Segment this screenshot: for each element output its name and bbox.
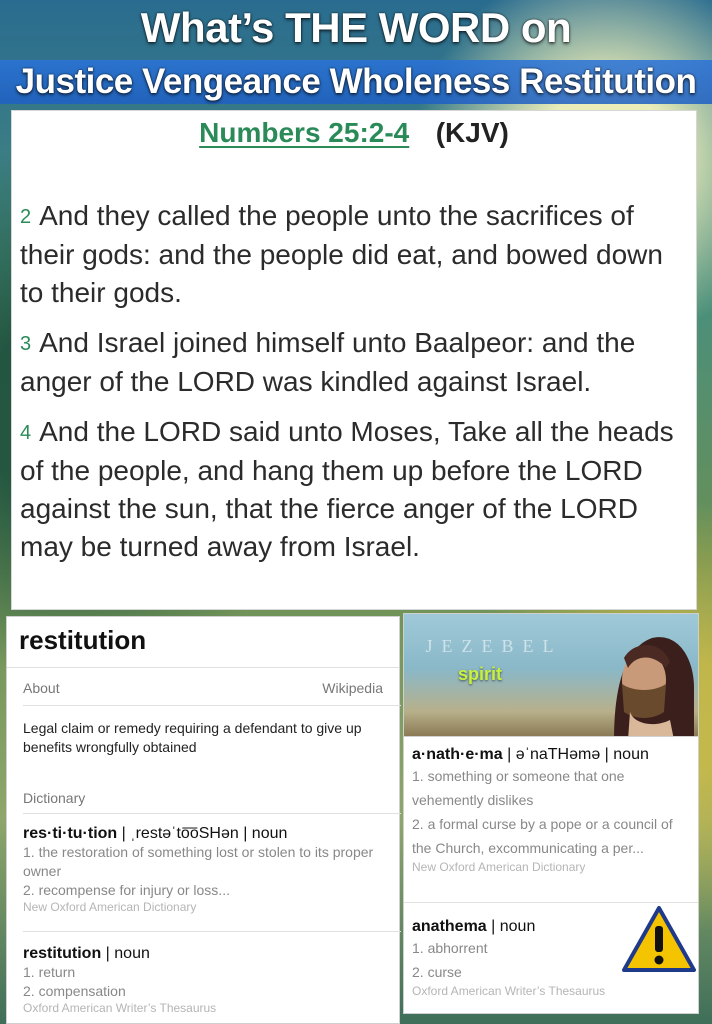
veiled-woman-figure <box>614 637 694 736</box>
entry-sense: 2. compensation <box>23 983 126 999</box>
entry-headword-line: restitution | noun <box>23 945 393 963</box>
verse-text: And they called the people unto the sacr… <box>20 200 663 308</box>
entry-headword-line: anathema | noun <box>412 918 612 936</box>
verse-text: And the LORD said unto Moses, Take all t… <box>20 416 674 562</box>
image-caption: spirit <box>458 664 503 684</box>
divider <box>404 736 698 737</box>
page-subtitle: Justice Vengeance Wholeness Restitution <box>15 62 697 101</box>
dictionary-entry[interactable]: res·ti·tu·tion | ˌrestəˈto͞oSHən | noun … <box>23 825 393 914</box>
entry-pos: | noun <box>105 945 150 962</box>
anathema-dictionary-card: JEZEBEL spirit a·nath·e·ma | əˈnaTHəmə |… <box>403 613 699 1014</box>
entry-headword-line: res·ti·tu·tion | ˌrestəˈto͞oSHən | noun <box>23 825 393 843</box>
entry-sense: 2. curse <box>412 964 462 980</box>
thesaurus-entry[interactable]: restitution | noun 1. return 2. compensa… <box>23 945 393 1015</box>
entry-headword: a·nath·e·ma <box>412 746 503 763</box>
verse-text: And Israel joined himself unto Baalpeor:… <box>20 327 636 397</box>
about-definition: Legal claim or remedy requiring a defend… <box>23 720 362 755</box>
entry-pos: | noun <box>491 918 536 935</box>
image-title: JEZEBEL <box>425 636 563 656</box>
verse: 3 And Israel joined himself unto Baalpeor… <box>20 324 692 401</box>
dictionary-label: Dictionary <box>23 790 86 806</box>
entry-source: New Oxford American Dictionary <box>23 900 197 914</box>
entry-headword: anathema <box>412 918 487 935</box>
entry-source: Oxford American Writer’s Thesaurus <box>23 1001 217 1015</box>
scripture-reference-link[interactable]: Numbers 25:2-4 <box>199 117 409 149</box>
dictionary-entry[interactable]: a·nath·e·ma | əˈnaTHəmə | noun 1. someth… <box>412 746 694 874</box>
verse-list: 2 And they called the people unto the sac… <box>20 197 692 578</box>
entry-source: Oxford American Writer’s Thesaurus <box>412 984 606 998</box>
divider <box>23 931 401 932</box>
entry-headword: res·ti·tu·tion <box>23 825 118 842</box>
entry-sense: 1. the restoration of something lost or … <box>23 844 374 879</box>
verse-number: 3 <box>20 333 32 355</box>
divider <box>23 813 401 814</box>
entry-headword-line: a·nath·e·ma | əˈnaTHəmə | noun <box>412 746 694 764</box>
verse-number: 2 <box>20 206 32 228</box>
warning-triangle-icon <box>622 906 696 972</box>
divider <box>404 902 698 903</box>
page-title: What’s THE WORD on <box>140 4 572 51</box>
wikipedia-link[interactable]: Wikipedia <box>322 680 383 696</box>
scripture-card: Numbers 25:2-4 (KJV) 2 And they called th… <box>11 110 697 610</box>
entry-sense: 2. a formal curse by a pope or a council… <box>412 816 673 856</box>
restitution-dictionary-card: restitution About Wikipedia Legal claim … <box>6 616 401 1024</box>
bible-version: (KJV) <box>435 117 509 148</box>
thesaurus-entry[interactable]: anathema | noun 1. abhorrent 2. curse Ox… <box>412 918 612 998</box>
entry-sense: 2. recompense for injury or loss... <box>23 882 230 898</box>
jezebel-image: JEZEBEL spirit <box>404 614 698 736</box>
verse: 2 And they called the people unto the sac… <box>20 197 692 312</box>
scripture-reference-row: Numbers 25:2-4 (KJV) <box>12 117 696 149</box>
divider <box>7 667 399 668</box>
about-label: About <box>23 680 60 696</box>
verse: 4 And the LORD said unto Moses, Take all … <box>20 413 692 566</box>
entry-pronunciation: | əˈnaTHəmə | noun <box>507 746 649 763</box>
entry-pronunciation: | ˌrestəˈto͞oSHən | noun <box>121 825 288 842</box>
entry-headword: restitution <box>23 945 102 962</box>
lookup-word: restitution <box>19 625 147 655</box>
entry-sense: 1. return <box>23 964 76 980</box>
verse-number: 4 <box>20 422 32 444</box>
entry-sense: 1. abhorrent <box>412 940 488 956</box>
entry-sense: 1. something or someone that one vehemen… <box>412 768 625 808</box>
divider <box>23 705 401 706</box>
entry-source: New Oxford American Dictionary <box>412 860 586 874</box>
